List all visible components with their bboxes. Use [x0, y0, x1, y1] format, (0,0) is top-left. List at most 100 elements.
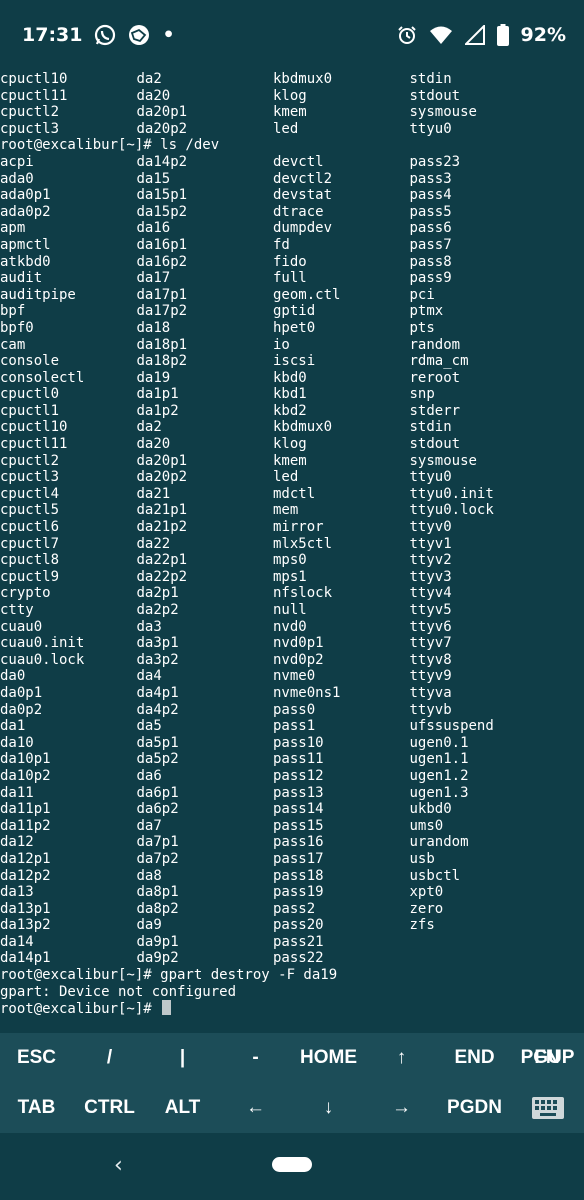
device-entry: zfs	[409, 917, 435, 934]
device-entry: ttyva	[409, 684, 452, 701]
device-entry: da2p2	[136, 602, 179, 618]
listing-row: cpuctl10 da2 kbdmux0 stdin	[0, 419, 584, 436]
command-line: root@excalibur[~]# gpart destroy -F da19	[0, 967, 338, 984]
device-entry: ada0p1	[0, 187, 51, 204]
prompt-line[interactable]: root@excalibur[~]#	[0, 1000, 584, 1017]
device-entry: pass15	[273, 817, 324, 834]
device-entry: dumpdev	[273, 220, 333, 237]
end-key[interactable]: END	[438, 1033, 511, 1083]
device-entry: da9p2	[136, 950, 179, 967]
device-entry: devstat	[273, 187, 333, 204]
device-entry: ttyv1	[409, 535, 452, 552]
whatsapp-icon	[94, 24, 116, 46]
device-entry: dtrace	[273, 203, 324, 220]
terminal-output[interactable]: cpuctl10 da2 kbdmux0 stdin cpuctl11 da20 klog s…	[0, 71, 584, 1021]
device-entry: ttyv2	[409, 552, 452, 569]
device-entry: da0p1	[0, 684, 43, 701]
device-entry: ugen1.1	[409, 751, 469, 768]
device-entry: ttyv3	[409, 568, 452, 585]
listing-row: da10p1 da5p2 pass11 ugen1.1	[0, 751, 584, 768]
device-entry: ttyv4	[409, 585, 452, 602]
device-entry: nvd0p1	[273, 635, 324, 652]
device-entry: da4p2	[136, 701, 179, 718]
pipe-key[interactable]: |	[146, 1033, 219, 1083]
device-entry: da5p2	[136, 751, 179, 768]
cursor	[162, 1000, 172, 1016]
listing-row: cpuctl2 da20p1 kmem sysmouse	[0, 104, 584, 121]
device-entry: da1	[0, 718, 26, 735]
device-entry: nvd0	[273, 618, 307, 635]
listing-row: cpuctl11 da20 klog stdout	[0, 88, 584, 105]
device-entry: kbdmux0	[273, 71, 333, 87]
listing-row: cpuctl5 da21p1 mem ttyu0.lock	[0, 502, 584, 519]
esc-key[interactable]: ESC	[0, 1033, 73, 1083]
status-bar: 17:31 • 92%	[0, 0, 584, 70]
device-entry: nvme0ns1	[273, 684, 341, 701]
listing-body: acpi da14p2 devctl pass23 ada0 da15 devctl2 pas…	[0, 154, 584, 967]
listing-row: da0 da4 nvme0 ttyv9	[0, 668, 584, 685]
pgdn-key[interactable]: PGDN	[438, 1083, 511, 1133]
right-arrow-key[interactable]: →	[365, 1083, 438, 1133]
device-entry: da20	[136, 436, 171, 453]
device-entry: ttyu0.init	[409, 485, 494, 502]
device-entry: apm	[0, 220, 26, 237]
listing-row: acpi da14p2 devctl pass23	[0, 154, 584, 171]
listing-row: da11p2 da7 pass15 ums0	[0, 818, 584, 835]
device-entry: kbd2	[273, 402, 307, 419]
slash-key[interactable]: /	[73, 1033, 146, 1083]
device-entry: da21p1	[136, 502, 188, 519]
device-entry: ada0p2	[0, 203, 51, 220]
listing-row: da11 da6p1 pass13 ugen1.3	[0, 785, 584, 802]
extra-keys-bar: ESC / | - HOME ↑ END PGUP FN TAB CTRL AL…	[0, 1033, 584, 1133]
listing-row: da12p1 da7p2 pass17 usb	[0, 851, 584, 868]
device-entry: fd	[273, 236, 290, 253]
device-entry: rdma_cm	[409, 353, 469, 370]
down-arrow-key[interactable]: ↓	[292, 1083, 365, 1133]
device-entry: random	[409, 336, 461, 353]
device-entry: pts	[409, 319, 435, 336]
device-entry: stderr	[409, 402, 461, 419]
fn-key[interactable]: FN	[525, 1033, 569, 1083]
device-entry: kbd0	[273, 369, 307, 386]
listing-row: bpf0 da18 hpet0 pts	[0, 320, 584, 337]
device-entry: pass20	[273, 917, 324, 934]
device-entry: da20p2	[136, 469, 188, 486]
home-key[interactable]: HOME	[292, 1033, 365, 1083]
up-arrow-key[interactable]: ↑	[365, 1033, 438, 1083]
listing-row: cam da18p1 io random	[0, 337, 584, 354]
device-entry: xpt0	[409, 884, 444, 901]
device-entry: cpuctl5	[0, 502, 60, 519]
device-entry: mlx5ctl	[273, 535, 333, 552]
device-entry: ctty	[0, 602, 34, 618]
listing-row: bpf da17p2 gptid ptmx	[0, 303, 584, 320]
device-entry: acpi	[0, 153, 34, 170]
ctrl-key[interactable]: CTRL	[73, 1083, 146, 1133]
left-arrow-key[interactable]: ←	[219, 1083, 292, 1133]
device-entry: da11	[0, 784, 34, 801]
device-entry: pass6	[409, 220, 452, 237]
back-button[interactable]: ‹	[114, 1153, 123, 1178]
device-entry: da15p1	[136, 187, 188, 204]
listing-row: ada0 da15 devctl2 pass3	[0, 171, 584, 188]
device-entry: pass22	[273, 950, 324, 967]
home-pill-button[interactable]	[272, 1157, 312, 1172]
device-entry: da1p2	[136, 402, 179, 419]
listing-row: cpuctl9 da22p2 mps1 ttyv3	[0, 569, 584, 586]
tab-key[interactable]: TAB	[0, 1083, 73, 1133]
soccer-ball-icon	[128, 24, 150, 46]
listing-row: da0p1 da4p1 nvme0ns1 ttyva	[0, 685, 584, 702]
device-entry: da12	[0, 834, 34, 851]
device-entry: klog	[273, 87, 307, 104]
device-entry: ttyv6	[409, 618, 452, 635]
alt-key[interactable]: ALT	[146, 1083, 219, 1133]
dash-key[interactable]: -	[219, 1033, 292, 1083]
keyboard-icon[interactable]	[511, 1083, 584, 1133]
device-entry: crypto	[0, 585, 51, 602]
device-entry: da11p1	[0, 801, 51, 818]
device-entry: pass4	[409, 187, 452, 204]
device-entry: stdout	[409, 87, 461, 104]
device-entry: cpuctl9	[0, 568, 60, 585]
device-entry: da22p2	[136, 568, 188, 585]
device-entry: da21p2	[136, 519, 188, 536]
listing-row: da1 da5 pass1 ufssuspend	[0, 718, 584, 735]
